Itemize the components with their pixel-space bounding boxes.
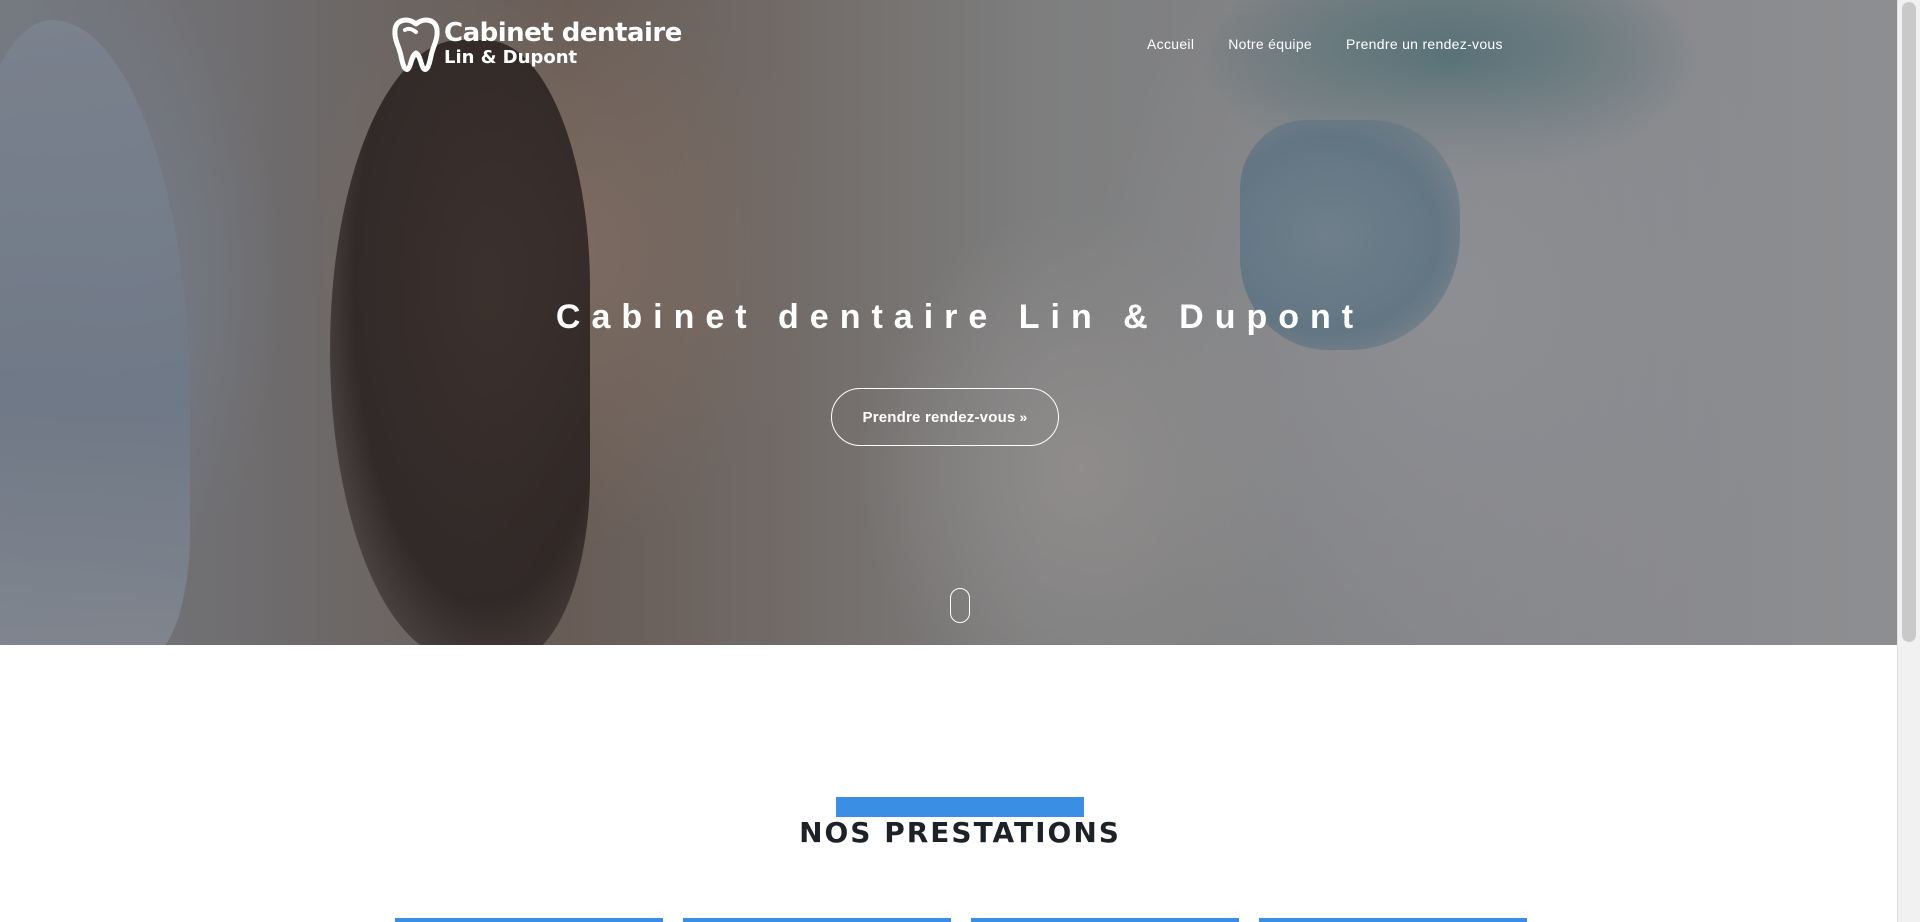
nav-item-notre-equipe[interactable]: Notre équipe bbox=[1228, 36, 1312, 52]
nav-item-accueil[interactable]: Accueil bbox=[1147, 36, 1194, 52]
brand-name-line1: Cabinet dentaire bbox=[444, 18, 682, 48]
page-scrollbar[interactable] bbox=[1897, 0, 1920, 922]
hero-banner: Cabinet dentaire Lin & Dupont Accueil No… bbox=[0, 0, 1897, 645]
mouse-scroll-icon[interactable] bbox=[950, 588, 970, 623]
tooth-icon bbox=[392, 17, 440, 72]
scrollbar-thumb[interactable] bbox=[1902, 2, 1916, 642]
service-card[interactable] bbox=[683, 918, 951, 922]
hero-title: Cabinet dentaire Lin & Dupont bbox=[555, 298, 1365, 336]
section-title-accent-bar bbox=[836, 797, 1084, 817]
service-card[interactable] bbox=[395, 918, 663, 922]
page: Cabinet dentaire Lin & Dupont Accueil No… bbox=[0, 0, 1920, 922]
site-logo[interactable]: Cabinet dentaire Lin & Dupont bbox=[390, 16, 682, 72]
service-card[interactable] bbox=[971, 918, 1239, 922]
book-appointment-button[interactable]: Prendre rendez-vous » bbox=[831, 388, 1059, 446]
brand-name-line2: Lin & Dupont bbox=[444, 47, 578, 68]
main-nav: Accueil Notre équipe Prendre un rendez-v… bbox=[1147, 36, 1503, 52]
nav-item-prendre-rendez-vous[interactable]: Prendre un rendez-vous bbox=[1346, 36, 1503, 52]
services-cards bbox=[395, 918, 1527, 922]
double-chevron-right-icon: » bbox=[1019, 409, 1028, 425]
book-appointment-label: Prendre rendez-vous bbox=[862, 408, 1016, 426]
service-card[interactable] bbox=[1259, 918, 1527, 922]
section-title: NOS PRESTATIONS bbox=[799, 816, 1121, 849]
